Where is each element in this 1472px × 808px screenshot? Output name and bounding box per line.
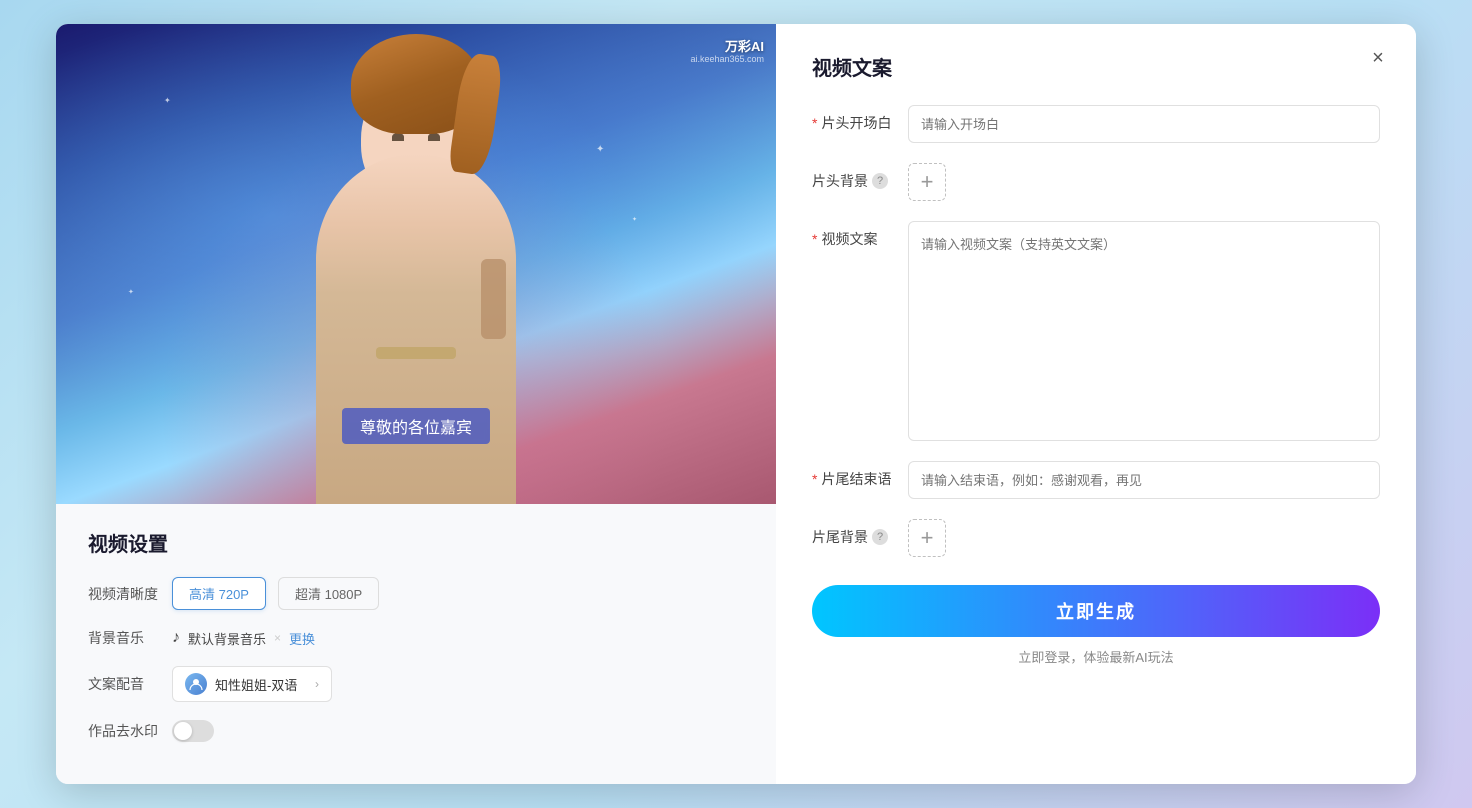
ending-bg-label: 片尾背景 ? [812,519,892,547]
watermark-site: ai.keehan365.com [690,54,764,64]
opening-bg-row: 片头背景 ? + [812,163,1380,201]
music-replace-btn[interactable]: 更换 [289,629,315,648]
avatar-bag [481,259,506,339]
opening-bg-label-text: 片头背景 [812,171,868,191]
watermark-brand: 万彩AI [725,36,764,55]
ending-bg-label-text: 片尾背景 [812,527,868,547]
modal-overlay: ✦ ✦ ✦ ✦ ✦ 万彩AI ai.keehan365.com [56,24,1416,784]
voice-label: 文案配音 [88,674,160,694]
ending-row: * 片尾结束语 [812,461,1380,499]
opening-input[interactable] [908,105,1380,143]
music-divider: × [274,631,281,645]
content-label-text: 视频文案 [821,229,877,249]
left-panel: ✦ ✦ ✦ ✦ ✦ 万彩AI ai.keehan365.com [56,24,776,784]
music-name: 默认背景音乐 [188,629,266,648]
voice-row: 文案配音 知性姐姐-双语 › [88,666,744,702]
quality-row: 视频清晰度 高清 720P 超清 1080P [88,577,744,610]
opening-label-text: 片头开场白 [821,113,891,133]
music-row: 背景音乐 ♪ 默认背景音乐 × 更换 [88,628,744,648]
quality-720p-btn[interactable]: 高清 720P [172,577,266,610]
ending-bg-row: 片尾背景 ? + [812,519,1380,557]
music-icon: ♪ [172,629,180,647]
opening-label: * 片头开场白 [812,105,892,133]
quality-1080p-btn[interactable]: 超清 1080P [278,577,379,610]
right-panel: × 视频文案 * 片头开场白 片头背景 ? + * 视频文案 [776,24,1416,784]
video-preview: ✦ ✦ ✦ ✦ ✦ 万彩AI ai.keehan365.com [56,24,776,504]
opening-bg-help-icon[interactable]: ? [872,173,888,189]
settings-title: 视频设置 [88,528,744,557]
submit-section: 立即生成 立即登录，体验最新AI玩法 [812,585,1380,666]
quality-label: 视频清晰度 [88,584,160,604]
star-decoration: ✦ [596,144,604,155]
music-control: ♪ 默认背景音乐 × 更换 [172,629,315,648]
opening-bg-label: 片头背景 ? [812,163,892,191]
content-textarea[interactable] [908,221,1380,441]
watermark-toggle[interactable] [172,720,214,742]
chevron-right-icon: › [315,677,319,691]
opening-required-star: * [812,115,817,131]
ending-input[interactable] [908,461,1380,499]
content-label: * 视频文案 [812,221,892,249]
content-row: * 视频文案 [812,221,1380,441]
music-label: 背景音乐 [88,628,160,648]
subtitle-bar: 尊敬的各位嘉宾 [342,408,490,444]
watermark-row: 作品去水印 [88,720,744,742]
watermark: 万彩AI [725,36,764,55]
voice-control[interactable]: 知性姐姐-双语 › [172,666,332,702]
voice-avatar-icon [185,673,207,695]
ending-bg-help-icon[interactable]: ? [872,529,888,545]
ending-label: * 片尾结束语 [812,461,892,489]
ending-bg-add-btn[interactable]: + [908,519,946,557]
avatar-hair [351,34,481,134]
opening-bg-add-btn[interactable]: + [908,163,946,201]
submit-button[interactable]: 立即生成 [812,585,1380,637]
login-hint: 立即登录，体验最新AI玩法 [1018,647,1173,666]
close-button[interactable]: × [1364,44,1392,72]
content-required-star: * [812,231,817,247]
ending-label-text: 片尾结束语 [821,469,891,489]
star-decoration: ✦ [632,216,637,223]
star-decoration: ✦ [164,96,171,105]
panel-title: 视频文案 [812,52,1380,81]
voice-name: 知性姐姐-双语 [215,675,307,694]
avatar-belt [376,347,456,359]
avatar-body [316,154,516,504]
star-decoration: ✦ [128,288,134,296]
opening-row: * 片头开场白 [812,105,1380,143]
ending-required-star: * [812,471,817,487]
watermark-toggle-label: 作品去水印 [88,721,160,741]
video-settings: 视频设置 视频清晰度 高清 720P 超清 1080P 背景音乐 ♪ 默认背景音… [56,504,776,784]
